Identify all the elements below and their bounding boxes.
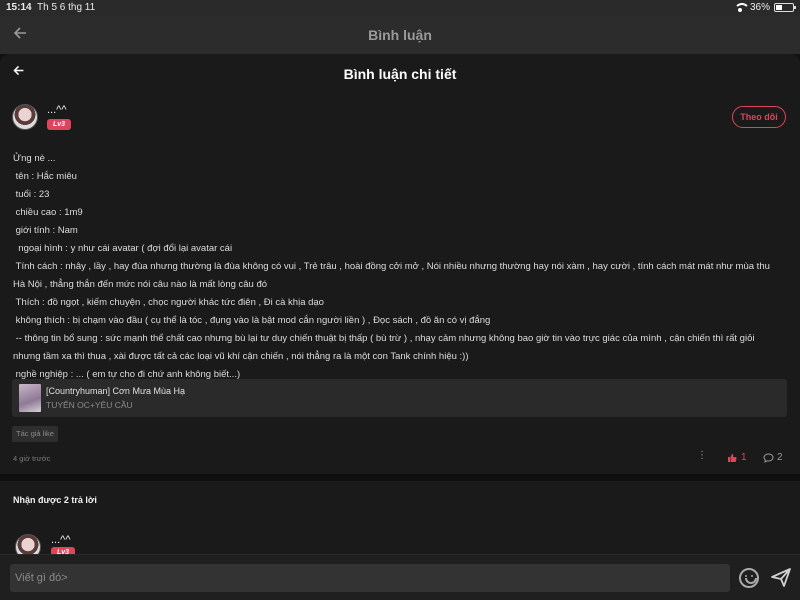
thumbs-up-icon bbox=[728, 453, 737, 462]
comment-detail-sheet: Bình luận chi tiết ...^^ Lv3 Theo dõi Ửn… bbox=[0, 54, 800, 600]
comment-timestamp: 4 giờ trước bbox=[13, 454, 51, 463]
comment-line: ngoại hình : y như cái avatar ( đợi đổi … bbox=[13, 243, 233, 254]
comment-line: chiều cao : 1m9 bbox=[13, 207, 83, 218]
story-subtitle: TUYỂN OC+YÊU CẦU bbox=[46, 400, 133, 410]
comment-bubble-icon bbox=[763, 452, 774, 463]
sheet-header: Bình luận chi tiết bbox=[0, 54, 800, 92]
comment-input[interactable] bbox=[10, 564, 730, 592]
status-right: 36% bbox=[733, 2, 796, 13]
like-button[interactable]: 1 bbox=[727, 452, 747, 463]
comment-composer bbox=[0, 554, 800, 600]
comment-body: Ửng nè ... tên : Hắc miêu tuổi : 23 chiề… bbox=[13, 150, 783, 384]
sheet-title: Bình luận chi tiết bbox=[343, 66, 457, 82]
emoji-icon[interactable] bbox=[739, 568, 759, 588]
story-title: [Countryhuman] Cơn Mưa Mùa Hạ bbox=[46, 386, 185, 396]
follow-button[interactable]: Theo dõi bbox=[732, 106, 786, 128]
status-bar: 15:14 Th 5 6 thg 11 36% bbox=[0, 0, 800, 16]
more-icon[interactable]: ⋮ bbox=[697, 450, 707, 461]
comment-line: giới tính : Nam bbox=[13, 225, 78, 236]
like-count: 1 bbox=[741, 452, 747, 463]
comment-line: Ửng nè ... bbox=[13, 153, 56, 164]
comment-line: tên : Hắc miêu bbox=[13, 171, 77, 182]
section-divider bbox=[0, 474, 800, 481]
battery-percent: 36% bbox=[749, 2, 770, 13]
status-time: 15:14 bbox=[6, 2, 32, 13]
linked-story[interactable]: [Countryhuman] Cơn Mưa Mùa Hạ TUYỂN OC+Y… bbox=[12, 379, 787, 417]
comment-line: không thích : bị chạm vào đầu ( cụ thể l… bbox=[13, 315, 491, 326]
replies-heading: Nhận được 2 trả lời bbox=[13, 495, 97, 505]
outer-title: Bình luận bbox=[368, 27, 432, 43]
comment-line: -- thông tin bổ sung : sức mạnh thể chất… bbox=[13, 333, 758, 362]
comment-line: tuổi : 23 bbox=[13, 189, 50, 200]
battery-icon bbox=[774, 3, 796, 12]
status-date: Th 5 6 thg 11 bbox=[37, 2, 96, 13]
reply-username[interactable]: ...^^ bbox=[51, 534, 71, 546]
level-badge: Lv3 bbox=[47, 119, 72, 130]
reply-count: 2 bbox=[777, 452, 783, 463]
avatar[interactable] bbox=[12, 104, 38, 130]
comment-line: Thích : đồ ngọt , kiếm chuyện , chọc ngư… bbox=[13, 297, 324, 308]
author-like-badge: Tác giả like bbox=[12, 426, 58, 442]
reply-button[interactable]: 2 bbox=[763, 452, 783, 463]
comment-line: Tính cách : nhây , lầy , hay đùa nhưng t… bbox=[13, 261, 773, 290]
comment-username[interactable]: ...^^ bbox=[47, 104, 67, 116]
outer-header: Bình luận bbox=[0, 16, 800, 54]
wifi-icon bbox=[733, 3, 750, 12]
send-icon[interactable] bbox=[770, 566, 792, 588]
story-thumbnail bbox=[19, 384, 41, 412]
